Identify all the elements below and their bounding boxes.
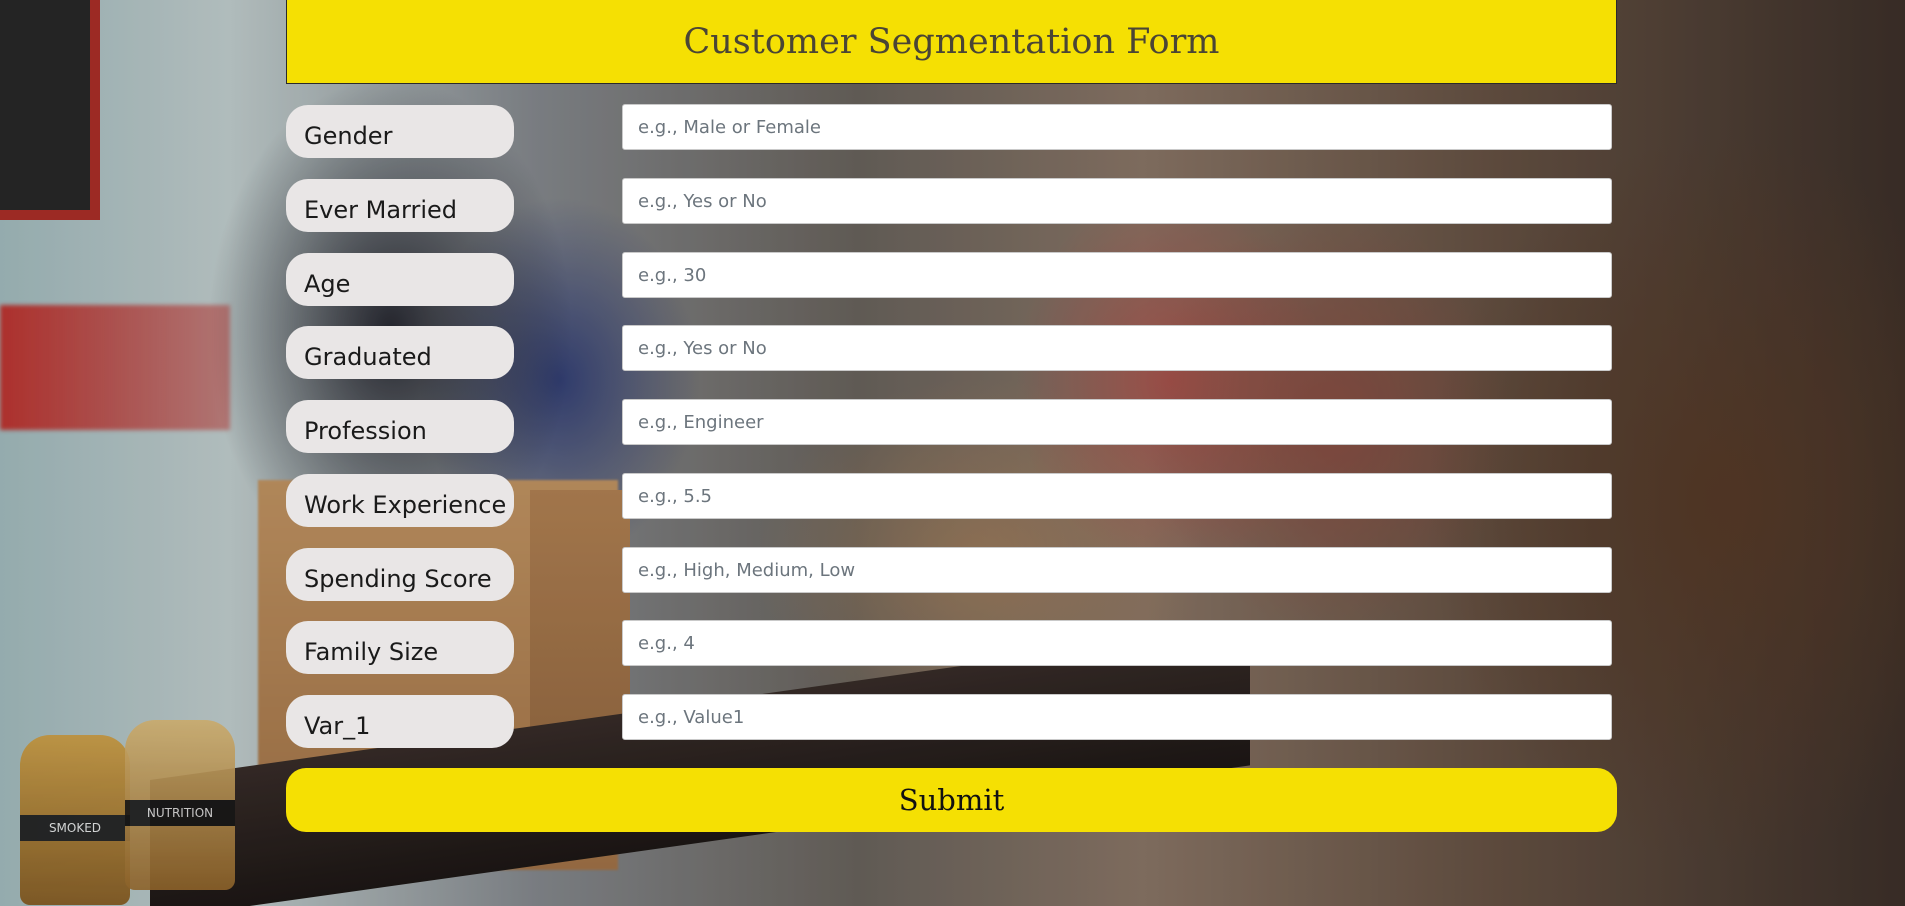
field-label: Spending Score xyxy=(286,548,514,601)
field-row-age: Age xyxy=(286,252,1612,306)
form-header: Customer Segmentation Form xyxy=(286,0,1617,84)
field-row-ever-married: Ever Married xyxy=(286,178,1612,232)
form-title: Customer Segmentation Form xyxy=(683,21,1220,62)
field-label: Graduated xyxy=(286,326,514,379)
submit-button[interactable]: Submit xyxy=(286,768,1617,832)
field-label: Gender xyxy=(286,105,514,158)
field-row-gender: Gender xyxy=(286,104,1612,158)
ever-married-input[interactable] xyxy=(622,178,1612,224)
field-row-var-1: Var_1 xyxy=(286,694,1612,748)
field-label: Age xyxy=(286,253,514,306)
field-label: Work Experience xyxy=(286,474,514,527)
graduated-input[interactable] xyxy=(622,325,1612,371)
work-experience-input[interactable] xyxy=(622,473,1612,519)
field-label: Var_1 xyxy=(286,695,514,748)
age-input[interactable] xyxy=(622,252,1612,298)
profession-input[interactable] xyxy=(622,399,1612,445)
field-row-work-experience: Work Experience xyxy=(286,473,1612,527)
family-size-input[interactable] xyxy=(622,620,1612,666)
gender-input[interactable] xyxy=(622,104,1612,150)
field-row-profession: Profession xyxy=(286,399,1612,453)
field-row-family-size: Family Size xyxy=(286,620,1612,674)
field-label: Family Size xyxy=(286,621,514,674)
spending-score-input[interactable] xyxy=(622,547,1612,593)
field-label: Profession xyxy=(286,400,514,453)
field-row-graduated: Graduated xyxy=(286,325,1612,379)
field-label: Ever Married xyxy=(286,179,514,232)
var-1-input[interactable] xyxy=(622,694,1612,740)
field-row-spending-score: Spending Score xyxy=(286,547,1612,601)
